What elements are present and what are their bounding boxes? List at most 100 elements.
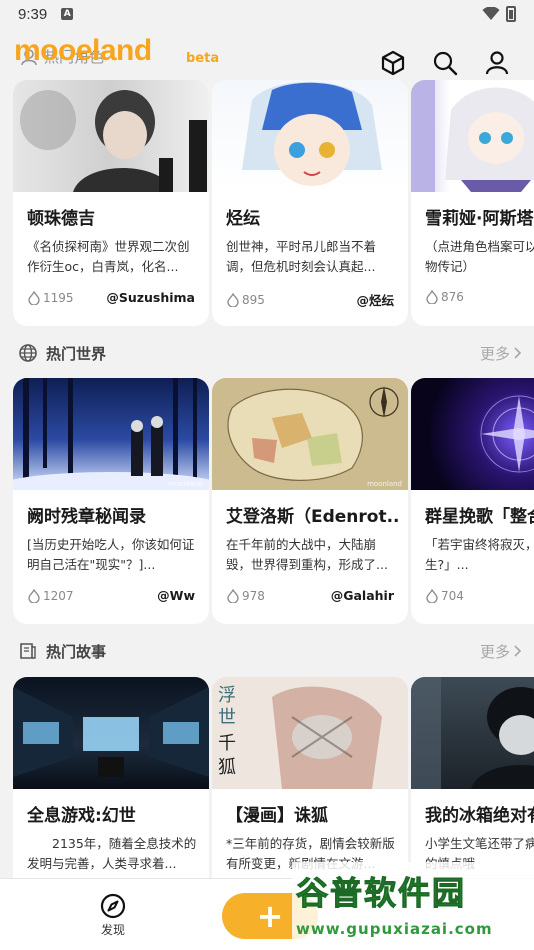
watermark-url: www.gupuxiazai.com xyxy=(296,920,493,938)
galaxy-image xyxy=(480,395,534,473)
card-footer: 1195 @Suzushima xyxy=(27,290,195,305)
image-watermark: moonland xyxy=(168,480,203,488)
heat-count: 1195 xyxy=(43,290,74,305)
card-desc: 《名侦探柯南》世界观二次创作衍生oc，白青岚，化名... xyxy=(27,239,190,274)
card-title: 全息游戏:幻世 xyxy=(27,806,136,826)
beta-badge: beta xyxy=(186,51,220,66)
world-cover-image xyxy=(13,378,209,490)
battery-icon xyxy=(506,6,516,22)
site-watermark: 谷普软件园 www.gupuxiazai.com xyxy=(292,862,534,950)
plus-icon: + xyxy=(256,897,284,935)
card-image: moonland xyxy=(212,378,408,490)
more-link-label: 更多 xyxy=(479,642,510,661)
card-title: 艾登洛斯（Edenrot... xyxy=(226,507,400,527)
character-card[interactable]: 雪莉娅·阿斯塔 （点进角色档案可以曲还有人物传记） 876 xyxy=(411,80,534,326)
card-image xyxy=(411,378,534,490)
character-row: 顿珠德吉 《名侦探柯南》世界观二次创作衍生oc，白青岚，化名... 1195 @… xyxy=(13,80,534,326)
nav-discover-label: 发现 xyxy=(100,923,125,937)
heat-count: 978 xyxy=(242,588,265,603)
section-title: 热门故事 xyxy=(46,642,107,661)
character-portrait-image xyxy=(242,81,382,186)
comic-cover-image: 浮 世 千 狐 xyxy=(212,677,408,789)
card-title: 烃纭 xyxy=(226,209,260,229)
card-title: 群星挽歌「整合 xyxy=(425,507,534,527)
status-time: 9:39 xyxy=(18,5,48,23)
card-title: 顿珠德吉 xyxy=(27,209,95,229)
card-image: moonland xyxy=(13,378,209,490)
card-footer: 876 xyxy=(425,290,534,304)
notification-icon: A xyxy=(61,8,74,20)
card-author[interactable]: @烃纭 xyxy=(356,290,394,309)
card-image xyxy=(13,80,209,192)
section-title: 热门世界 xyxy=(46,344,107,363)
card-footer: 978 @Galahir xyxy=(226,588,394,603)
heat-count: 876 xyxy=(441,290,464,304)
character-portrait-image xyxy=(411,80,534,192)
heat-count: 895 xyxy=(242,292,265,307)
user-icon[interactable] xyxy=(484,50,510,76)
card-title: 【漫画】诛狐 xyxy=(226,806,328,826)
card-image: 浮 世 千 狐 xyxy=(212,677,408,789)
card-desc: 创世神，平时吊儿郎当不着调，但危机时刻会认真起... xyxy=(226,239,377,274)
world-row: moonland 阙时残章秘闻录 [当历史开始吃人，你该如何证明自己活在"现实"… xyxy=(13,378,534,624)
section-header-worlds: 热门世界 更多 xyxy=(18,341,522,365)
chevron-right-icon xyxy=(514,347,522,359)
card-image xyxy=(411,80,534,192)
svg-text:狐: 狐 xyxy=(218,757,236,778)
header-actions xyxy=(380,50,510,76)
watermark-title: 谷普软件园 xyxy=(295,874,467,913)
flame-icon xyxy=(28,290,40,305)
character-card[interactable]: 顿珠德吉 《名侦探柯南》世界观二次创作衍生oc，白青岚，化名... 1195 @… xyxy=(13,80,209,326)
world-card[interactable]: 群星挽歌「整合 「若宇宙终将寂灭，有星光诞生?」... 704 @ xyxy=(411,378,534,624)
card-footer: 895 @烃纭 xyxy=(226,290,394,309)
card-author[interactable]: @Galahir xyxy=(331,588,394,603)
svg-text:千: 千 xyxy=(218,733,236,754)
story-cover-image xyxy=(13,687,209,777)
character-card[interactable]: 烃纭 创世神，平时吊儿郎当不着调，但危机时刻会认真起... 895 @烃纭 xyxy=(212,80,408,326)
flame-icon xyxy=(426,290,438,304)
card-title: 阙时残章秘闻录 xyxy=(27,507,146,527)
app-logo[interactable]: mooeland xyxy=(14,34,152,68)
world-card[interactable]: moonland 艾登洛斯（Edenrot... 在千年前的大战中，大陆崩毁，世… xyxy=(212,378,408,624)
compass-icon xyxy=(100,893,126,919)
wifi-icon xyxy=(482,7,500,20)
flame-icon xyxy=(227,588,239,603)
more-link-label: 更多 xyxy=(479,344,510,363)
card-footer: 1207 @Ww xyxy=(27,588,195,603)
flame-icon xyxy=(426,588,438,603)
more-link[interactable]: 更多 xyxy=(480,641,522,662)
card-desc: 2135年，随着全息技术的发明与完善，人类寻求着... xyxy=(27,836,197,871)
card-desc: [当历史开始吃人，你该如何证明自己活在"现实"？]... xyxy=(27,537,195,572)
svg-text:世: 世 xyxy=(218,707,236,728)
svg-text:浮: 浮 xyxy=(218,685,236,706)
more-link[interactable]: 更多 xyxy=(480,343,522,364)
flame-icon xyxy=(227,292,239,307)
image-watermark: moonland xyxy=(367,480,402,488)
card-footer: 704 @ xyxy=(425,588,534,603)
character-portrait-image xyxy=(20,90,207,192)
heat-count: 704 xyxy=(441,588,464,603)
cube-icon[interactable] xyxy=(380,50,406,76)
status-bar: 9:39 A xyxy=(0,0,534,28)
world-map-image xyxy=(212,378,408,490)
card-title: 我的冰箱绝对有 xyxy=(425,806,534,826)
story-cover-image xyxy=(411,677,534,789)
card-desc: 在千年前的大战中，大陆崩毁，世界得到重构，形成了... xyxy=(226,537,388,572)
book-icon xyxy=(20,643,36,659)
search-icon[interactable] xyxy=(432,50,458,76)
nav-discover[interactable]: 发现 xyxy=(90,893,136,938)
card-author[interactable]: @Ww xyxy=(157,588,195,603)
status-indicators xyxy=(482,6,516,22)
heat-count: 1207 xyxy=(43,588,74,603)
world-card[interactable]: moonland 阙时残章秘闻录 [当历史开始吃人，你该如何证明自己活在"现实"… xyxy=(13,378,209,624)
flame-icon xyxy=(28,588,40,603)
chevron-right-icon xyxy=(514,645,522,657)
card-image xyxy=(13,677,209,789)
card-image xyxy=(212,80,408,192)
card-desc: （点进角色档案可以曲还有人物传记） xyxy=(425,239,534,274)
section-header-stories: 热门故事 更多 xyxy=(18,639,522,663)
card-author[interactable]: @Suzushima xyxy=(106,290,195,305)
globe-icon xyxy=(19,344,37,362)
card-desc: 「若宇宙终将寂灭，有星光诞生?」... xyxy=(425,537,534,572)
card-image xyxy=(411,677,534,789)
